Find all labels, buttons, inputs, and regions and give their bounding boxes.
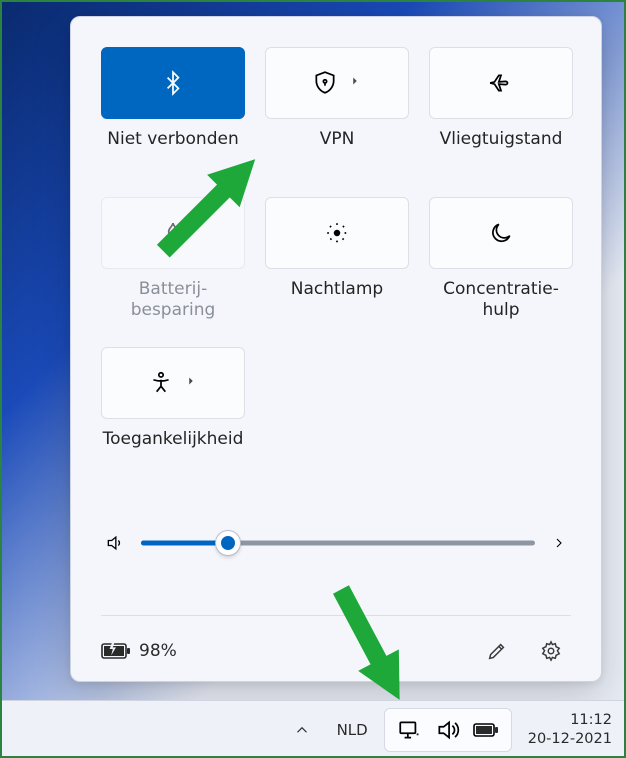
tile-cell-nightlight: Nachtlamp (265, 197, 409, 343)
chevron-right-icon (184, 374, 198, 392)
network-icon (397, 717, 423, 743)
volume-slider[interactable] (141, 529, 535, 557)
tile-label: Batterij- besparing (131, 279, 216, 325)
bluetooth-icon (160, 70, 186, 96)
battery-status[interactable]: 98% (101, 641, 177, 661)
tile-accessibility[interactable] (101, 347, 245, 419)
moon-icon (488, 220, 514, 246)
language-indicator[interactable]: NLD (327, 709, 378, 751)
airplane-icon (488, 70, 514, 96)
flyout-bottom-bar: 98% (101, 615, 571, 671)
battery-saver-icon (160, 220, 186, 246)
volume-more-chevron-icon[interactable] (551, 535, 567, 551)
slider-thumb[interactable] (216, 531, 240, 555)
tile-label: Niet verbonden (107, 129, 238, 175)
power-icon (473, 717, 499, 743)
battery-charging-icon (101, 641, 131, 661)
tile-airplane[interactable] (429, 47, 573, 119)
tile-label: Concentratie- hulp (443, 279, 559, 325)
tile-label: Toegankelijkheid (103, 429, 244, 475)
slider-fill (141, 541, 228, 546)
volume-row (101, 529, 571, 557)
settings-button[interactable] (531, 631, 571, 671)
tile-cell-accessibility: Toegankelijkheid (101, 347, 245, 493)
shield-lock-icon (312, 70, 338, 96)
tile-cell-focus: Concentratie- hulp (429, 197, 573, 343)
tile-cell-vpn: VPN (265, 47, 409, 193)
clock-date: 20-12-2021 (528, 730, 612, 748)
taskbar: NLD 11:12 20-12-2021 (0, 700, 626, 758)
tile-nightlight[interactable] (265, 197, 409, 269)
tile-cell-battery-saver: Batterij- besparing (101, 197, 245, 343)
pencil-icon (486, 640, 508, 662)
tile-label: Nachtlamp (291, 279, 383, 325)
tile-battery-saver[interactable] (101, 197, 245, 269)
tray-overflow-chevron[interactable] (283, 709, 321, 751)
tile-grid: Niet verbonden VPN Vliegtuigstand (101, 47, 571, 493)
tile-cell-airplane: Vliegtuigstand (429, 47, 573, 193)
battery-percent: 98% (139, 641, 177, 661)
tile-label: VPN (320, 129, 355, 175)
tile-bluetooth[interactable] (101, 47, 245, 119)
accessibility-icon (148, 370, 174, 396)
brightness-icon (324, 220, 350, 246)
chevron-up-icon (293, 721, 311, 739)
language-text: NLD (337, 721, 368, 739)
chevron-right-icon (348, 74, 362, 92)
gear-icon (540, 640, 562, 662)
speaker-icon[interactable] (105, 533, 125, 553)
tile-label: Vliegtuigstand (440, 129, 563, 175)
tile-focus[interactable] (429, 197, 573, 269)
tile-cell-bluetooth: Niet verbonden (101, 47, 245, 193)
clock-time: 11:12 (528, 711, 612, 729)
system-tray[interactable] (384, 708, 512, 752)
taskbar-clock[interactable]: 11:12 20-12-2021 (518, 711, 612, 747)
edit-button[interactable] (477, 631, 517, 671)
tile-vpn[interactable] (265, 47, 409, 119)
quick-settings-flyout: Niet verbonden VPN Vliegtuigstand (70, 16, 602, 682)
sound-icon (435, 717, 461, 743)
